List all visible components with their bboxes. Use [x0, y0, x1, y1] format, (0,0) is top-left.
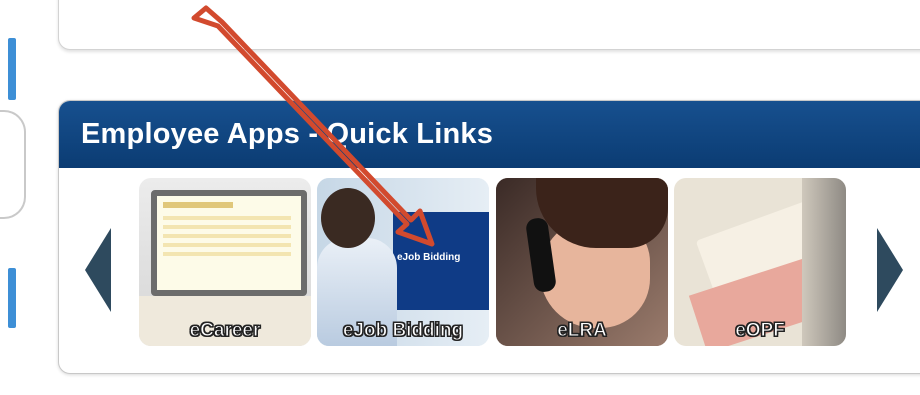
laptop-screen-image — [151, 190, 307, 296]
bidding-board-text: eJob Bidding — [397, 252, 461, 263]
edge-curve — [0, 110, 26, 219]
tile-elra[interactable]: eLRA — [496, 178, 668, 346]
tile-ecareer[interactable]: eCareer — [139, 178, 311, 346]
quick-links-panel: Employee Apps - Quick Links eCareer eJob… — [58, 100, 920, 374]
tile-label: eCareer — [189, 320, 261, 342]
edge-marker-top — [8, 38, 16, 100]
top-panel — [58, 0, 920, 50]
tile-label: eOPF — [735, 320, 786, 342]
edge-marker-bottom — [8, 268, 16, 328]
tile-label: eJob Bidding — [342, 320, 464, 342]
quick-links-carousel: eCareer eJob Bidding eJob Bidding eLRA e… — [59, 168, 920, 373]
panel-title: Employee Apps - Quick Links — [81, 118, 494, 150]
tile-ejob-bidding[interactable]: eJob Bidding eJob Bidding — [317, 178, 489, 346]
carousel-prev-button[interactable] — [85, 228, 111, 312]
carousel-next-button[interactable] — [877, 228, 903, 312]
tile-eopf[interactable]: eOPF — [674, 178, 846, 346]
panel-header: Employee Apps - Quick Links — [59, 101, 920, 168]
person-head-image — [321, 188, 375, 248]
tile-label: eLRA — [557, 320, 608, 342]
